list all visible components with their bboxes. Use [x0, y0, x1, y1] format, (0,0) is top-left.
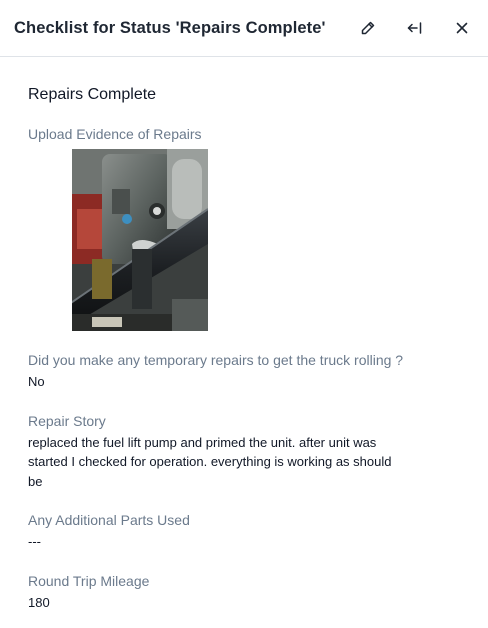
repair-story-label: Repair Story	[28, 412, 106, 429]
arrow-left-bar-icon	[406, 20, 424, 36]
temp-repairs-field: Did you make any temporary repairs to ge…	[28, 351, 460, 392]
panel-header: Checklist for Status 'Repairs Complete'	[0, 0, 488, 57]
repair-story-field: Repair Story replaced the fuel lift pump…	[28, 412, 460, 492]
panel-content: Repairs Complete Upload Evidence of Repa…	[0, 57, 488, 612]
panel-title: Checklist for Status 'Repairs Complete'	[14, 18, 326, 37]
parts-used-label: Any Additional Parts Used	[28, 512, 190, 528]
repair-evidence-photo[interactable]	[72, 149, 208, 331]
temp-repairs-label: Did you make any temporary repairs to ge…	[28, 352, 404, 368]
mileage-label: Round Trip Mileage	[28, 572, 150, 589]
close-icon	[455, 21, 469, 35]
temp-repairs-value: No	[28, 374, 45, 389]
mileage-field: Round Trip Mileage 180	[28, 572, 460, 613]
evidence-label: Upload Evidence of Repairs	[28, 126, 202, 142]
mileage-value: 180	[28, 594, 50, 610]
checklist-panel: Checklist for Status 'Repairs Complete'	[0, 0, 488, 628]
edit-button[interactable]	[356, 16, 380, 40]
collapse-panel-button[interactable]	[403, 16, 427, 40]
parts-used-field: Any Additional Parts Used ---	[28, 511, 460, 552]
parts-used-value: ---	[28, 534, 41, 549]
repair-story-value: replaced the fuel lift pump and primed t…	[28, 434, 392, 489]
pencil-icon	[360, 20, 376, 36]
section-title: Repairs Complete	[28, 86, 157, 103]
close-button[interactable]	[450, 16, 474, 40]
